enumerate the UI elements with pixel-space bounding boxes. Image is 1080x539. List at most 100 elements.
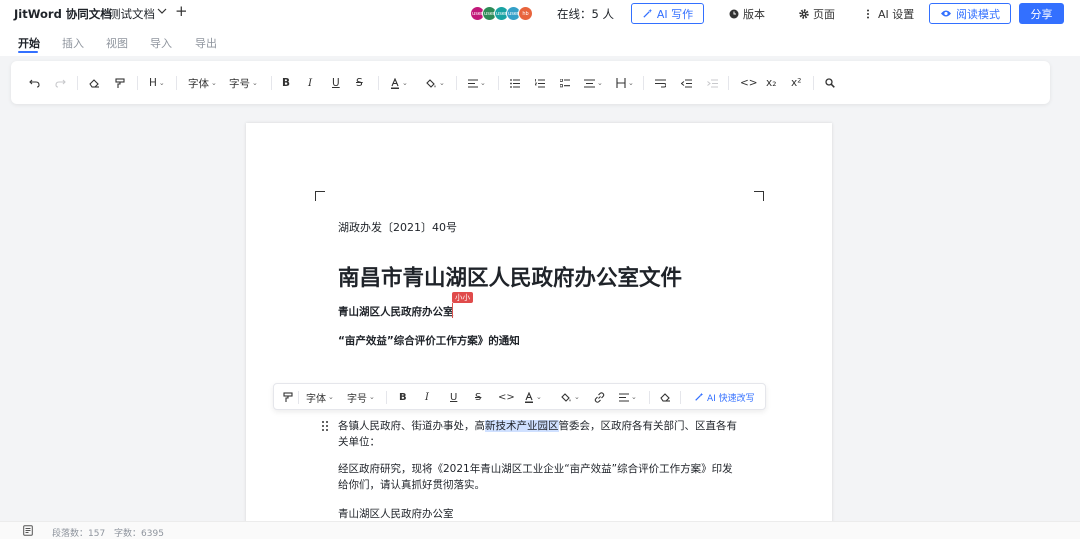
link-icon [594, 391, 605, 403]
collaborator-cursor-label: 小小 [452, 292, 473, 303]
align-dropdown[interactable]: ⌄ [619, 390, 637, 404]
magic-wand-icon [643, 8, 652, 18]
tab-import[interactable]: 导入 [150, 35, 172, 51]
ai-write-button[interactable]: AI 写作 [631, 3, 704, 24]
chevron-down-icon: ⌄ [211, 79, 217, 87]
ai-settings-button[interactable]: AI 设置 [866, 6, 914, 22]
chevron-down-icon: ⌄ [574, 393, 580, 401]
paragraph-count: 段落数：157 [52, 529, 106, 539]
margin-corner-mark [315, 191, 325, 201]
chevron-down-icon: ⌄ [480, 79, 486, 87]
history-icon [729, 9, 739, 19]
paragraph-addressees[interactable]: 各镇人民政府、街道办事处，高新技术产业园区管委会，区政府各有关部门、区直各有关单… [338, 419, 738, 450]
chevron-down-icon: ⌄ [158, 79, 165, 87]
toolbar-divider [680, 391, 681, 404]
bold-button[interactable]: B [282, 75, 290, 91]
highlight-color-dropdown[interactable]: ⌄ [560, 390, 580, 404]
drag-handle-icon[interactable] [321, 420, 329, 432]
document-outline-icon[interactable] [23, 525, 33, 536]
font-size-dropdown[interactable]: 字号 ⌄ [347, 390, 375, 405]
bullet-list-icon [510, 78, 520, 88]
bold-button[interactable]: B [399, 390, 407, 404]
format-painter-button[interactable] [115, 75, 125, 91]
line-height-dropdown[interactable]: ⌄ [584, 75, 603, 91]
redo-button[interactable] [55, 75, 66, 91]
margin-corner-mark [754, 191, 764, 201]
text-color-dropdown[interactable]: ⌄ [390, 75, 408, 91]
format-painter-button[interactable] [283, 390, 293, 404]
selection-bubble-toolbar: 字体 ⌄ 字号 ⌄ B I U S <> ⌄ ⌄ ⌄ AI 快速改写 [273, 383, 766, 410]
ordered-list-button[interactable] [535, 75, 545, 91]
toolbar-divider [176, 76, 177, 90]
undo-button[interactable] [29, 75, 40, 91]
toolbar-divider [456, 76, 457, 90]
tab-insert[interactable]: 插入 [62, 35, 84, 51]
tab-start[interactable]: 开始 [18, 35, 40, 51]
avatar[interactable]: hb [518, 6, 533, 21]
online-avatars: user user user user hb [470, 6, 533, 21]
indent-button[interactable] [707, 75, 718, 91]
wrap-text-icon [655, 78, 666, 88]
document-title[interactable]: 南昌市青山湖区人民政府办公室文件 [338, 261, 682, 292]
align-dropdown[interactable]: ⌄ [468, 75, 486, 91]
chevron-down-icon[interactable] [156, 5, 168, 17]
italic-button[interactable]: I [308, 75, 312, 91]
issuer-line[interactable]: 青山湖区人民政府办公室 [338, 304, 454, 319]
font-family-dropdown[interactable]: 字体 ⌄ [188, 75, 217, 91]
underline-button[interactable]: U [332, 75, 340, 91]
text-color-icon [525, 391, 533, 403]
superscript-button[interactable]: x² [791, 75, 801, 91]
read-mode-button[interactable]: 阅读模式 [929, 3, 1011, 24]
clear-format-button[interactable] [660, 390, 671, 404]
tab-export[interactable]: 导出 [195, 35, 217, 51]
toolbar-divider [649, 391, 650, 404]
character-count: 字数：6395 [114, 529, 164, 539]
chevron-down-icon: ⌄ [402, 79, 408, 87]
toolbar-divider [137, 76, 138, 90]
link-button[interactable] [594, 390, 605, 404]
paragraph-spacing-dropdown[interactable]: ⌄ [616, 75, 634, 91]
chevron-down-icon: ⌄ [369, 393, 375, 401]
notice-title[interactable]: “亩产效益”综合评价工作方案》的通知 [338, 333, 520, 348]
strikethrough-button[interactable]: S [356, 75, 363, 91]
font-size-dropdown[interactable]: 字号 ⌄ [229, 75, 258, 91]
page-settings-button[interactable]: 页面 [799, 6, 835, 22]
active-tab-indicator [18, 51, 38, 53]
text-direction-button[interactable] [655, 75, 666, 91]
bullet-list-button[interactable] [510, 75, 520, 91]
outdent-button[interactable] [681, 75, 692, 91]
italic-button[interactable]: I [425, 390, 429, 404]
toolbar-divider [271, 76, 272, 90]
tab-view[interactable]: 视图 [106, 35, 128, 51]
task-list-button[interactable] [560, 75, 570, 91]
clear-format-button[interactable] [89, 75, 100, 91]
heading-dropdown[interactable]: H ⌄ [149, 75, 165, 91]
search-icon [825, 78, 835, 88]
underline-button[interactable]: U [450, 390, 457, 404]
ai-rewrite-button[interactable]: AI 快速改写 [694, 390, 755, 404]
toolbar-divider [728, 76, 729, 90]
search-button[interactable] [825, 75, 835, 91]
share-button[interactable]: 分享 [1019, 3, 1064, 24]
toolbar-divider [378, 76, 379, 90]
toolbar-divider [298, 391, 299, 404]
paragraph-body[interactable]: 经区政府研究，现将《2021年青山湖区工业企业“亩产效益”综合评价工作方案》印发… [338, 462, 738, 493]
chevron-down-icon: ⌄ [252, 79, 258, 87]
document-number[interactable]: 湖政办发〔2021〕40号 [338, 219, 457, 235]
chevron-down-icon: ⌄ [328, 393, 334, 401]
add-tab-plus-icon[interactable]: + [175, 3, 188, 19]
code-button[interactable]: <> [498, 390, 515, 404]
version-button[interactable]: 版本 [729, 6, 765, 22]
highlight-color-dropdown[interactable]: ⌄ [425, 75, 445, 91]
text-color-dropdown[interactable]: ⌄ [524, 390, 542, 404]
align-left-icon [619, 392, 629, 402]
outdent-icon [681, 78, 692, 88]
align-left-icon [468, 78, 478, 88]
subscript-button[interactable]: x₂ [766, 75, 776, 91]
code-button[interactable]: <> [740, 75, 758, 91]
magic-wand-icon [695, 392, 704, 401]
font-family-dropdown[interactable]: 字体 ⌄ [306, 390, 334, 405]
format-painter-icon [283, 391, 293, 402]
strikethrough-button[interactable]: S [475, 390, 481, 404]
document-name[interactable]: 测试文档 [109, 6, 155, 22]
